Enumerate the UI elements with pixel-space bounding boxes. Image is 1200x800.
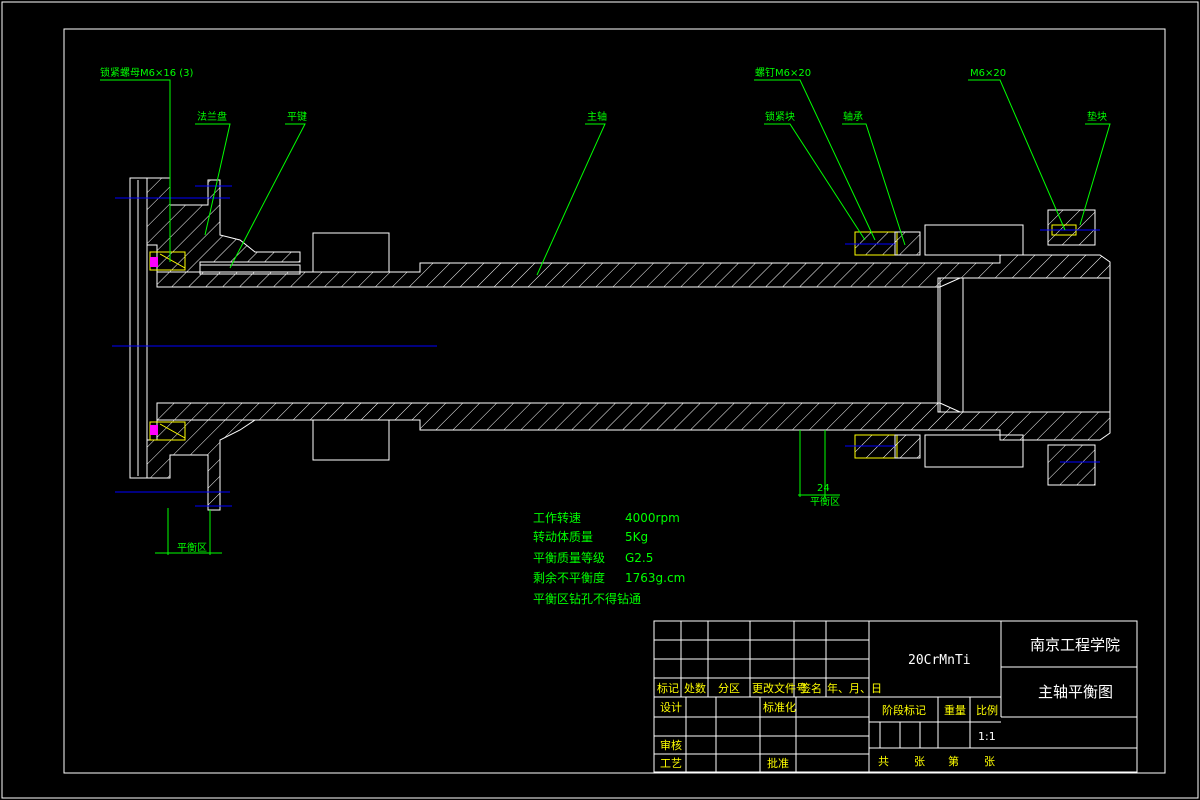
header-date: 年、月、日 <box>827 681 882 695</box>
header-count: 处数 <box>684 682 706 695</box>
leader-main-shaft <box>536 123 606 276</box>
header-change-doc: 更改文件号 <box>752 681 807 695</box>
design-label: 设计 <box>660 701 682 714</box>
main-shaft-section <box>156 254 1111 441</box>
note-last: 平衡区钻孔不得钻通 <box>533 591 641 606</box>
header-zone: 分区 <box>718 682 740 695</box>
flange-assembly <box>129 177 390 511</box>
leader-screw <box>968 79 1066 231</box>
header-signature: 签名 <box>800 681 822 695</box>
label-screw: M6×20 <box>970 68 1006 79</box>
nut-detail-upper <box>150 257 158 267</box>
spindle-balance-drawing: 锁紧螺母M6×16 (3) 法兰盘 平键 主轴 螺钉M6×20 锁紧块 轴承 M… <box>1 1 1199 799</box>
note-label-2: 转动体质量 <box>533 529 593 544</box>
note-value-1: 4000rpm <box>625 511 680 525</box>
bearing-upper-block <box>924 224 1024 256</box>
label-bearing: 轴承 <box>843 110 863 123</box>
center-lines <box>112 185 1100 507</box>
sheet-unit-2: 张 <box>984 755 995 768</box>
shaft-bore-right <box>939 277 1111 413</box>
header-mark: 标记 <box>657 681 679 695</box>
left-balance-zone-label: 平衡区 <box>177 542 207 554</box>
review-label: 审核 <box>660 738 682 752</box>
total-label: 共 <box>878 755 889 768</box>
note-value-4: 1763g.cm <box>625 571 685 585</box>
right-balance-zone-label: 平衡区 <box>810 496 840 508</box>
note-label-4: 剩余不平衡度 <box>533 570 605 585</box>
note-value-2: 5Kg <box>625 530 648 544</box>
leader-bearing <box>842 123 906 246</box>
label-flange: 法兰盘 <box>197 110 227 123</box>
shaft-lower-wall <box>156 402 1111 441</box>
label-bolt: 螺钉M6×20 <box>755 67 811 79</box>
nut-detail-lower <box>150 425 158 435</box>
note-label-1: 工作转速 <box>533 510 581 525</box>
stage-mark-label: 阶段标记 <box>882 703 926 717</box>
scale-value: 1:1 <box>978 730 996 743</box>
label-lock-block: 锁紧块 <box>765 110 795 123</box>
pad-block <box>1047 209 1096 246</box>
flange-lower <box>146 419 300 511</box>
label-flat-key: 平键 <box>287 110 307 123</box>
upper-box <box>312 232 390 273</box>
leader-bolt <box>754 79 876 241</box>
leader-flat-key <box>229 123 306 269</box>
bore-step <box>937 277 964 413</box>
right-balance-zone-dim: 24 <box>817 483 830 494</box>
drawing-name: 主轴平衡图 <box>1038 683 1113 701</box>
standardize-label: 标准化 <box>763 700 796 714</box>
bearing-assembly <box>854 209 1096 486</box>
sheet-no-label: 第 <box>948 754 959 768</box>
label-lock-nut: 锁紧螺母M6×16 (3) <box>100 66 194 79</box>
approve-label: 批准 <box>767 756 789 770</box>
note-label-3: 平衡质量等级 <box>533 551 605 565</box>
sheet-unit-1: 张 <box>914 755 925 768</box>
note-value-3: G2.5 <box>625 551 653 565</box>
label-main-shaft: 主轴 <box>587 110 607 123</box>
school-name: 南京工程学院 <box>1030 636 1120 654</box>
scale-label: 比例 <box>976 703 998 717</box>
drawing-frame <box>63 28 1166 774</box>
weight-label: 重量 <box>944 703 966 717</box>
label-pad: 垫块 <box>1087 110 1107 123</box>
technical-notes: 工作转速 4000rpm 转动体质量 5Kg 平衡质量等级 G2.5 剩余不平衡… <box>533 510 685 606</box>
material-label: 20CrMnTi <box>908 653 971 668</box>
lower-box <box>312 419 390 461</box>
process-label: 工艺 <box>660 757 682 770</box>
leader-lock-block <box>764 123 866 241</box>
leader-lines <box>100 79 1111 555</box>
